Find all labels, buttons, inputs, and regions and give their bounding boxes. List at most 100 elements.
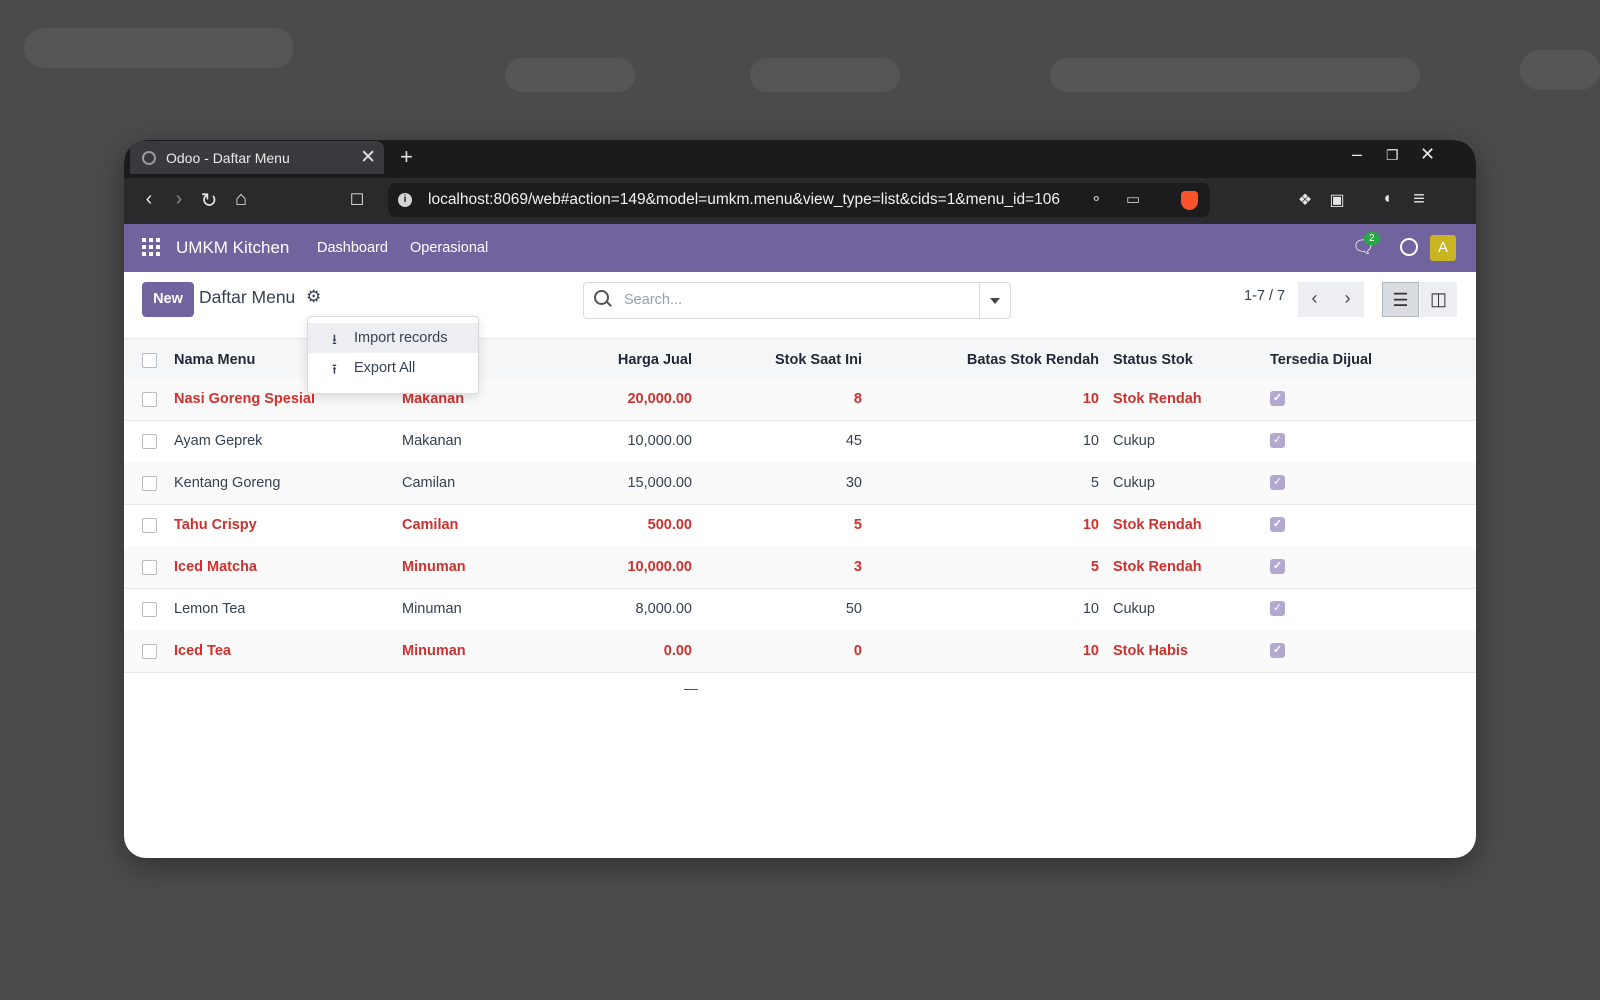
search-icon — [594, 290, 609, 305]
cell-stok-saat-ini: 45 — [845, 433, 862, 449]
close-tab-icon[interactable]: ✕ — [360, 146, 376, 169]
app-brand[interactable]: UMKM Kitchen — [176, 238, 289, 258]
table-row[interactable]: Tahu Crispy Camilan 500.00 5 10 Stok Rendah ✓ — [124, 504, 1476, 547]
cell-batas-stok-rendah: 5 — [1090, 475, 1099, 491]
cell-status-stok: Cukup — [1113, 601, 1155, 617]
table-row[interactable]: Iced Tea Minuman 0.00 0 10 Stok Habis ✓ — [124, 630, 1476, 673]
user-avatar[interactable]: A — [1430, 235, 1456, 261]
aggregate-total: — — [684, 680, 698, 696]
minimize-icon[interactable]: – — [1352, 144, 1362, 165]
browser-tab[interactable]: Odoo - Daftar Menu ✕ — [130, 141, 384, 174]
cell-harga-jual: 10,000.00 — [627, 559, 692, 575]
import-records-item[interactable]: ⭳ Import records — [308, 323, 478, 353]
menu-operasional[interactable]: Operasional — [410, 240, 488, 256]
message-count-badge: 2 — [1364, 232, 1380, 245]
key-icon[interactable]: ⚬ — [1090, 190, 1103, 208]
back-icon[interactable]: ‹ — [138, 188, 160, 211]
globe-icon — [142, 151, 156, 165]
table-row[interactable]: Lemon Tea Minuman 8,000.00 50 10 Cukup ✓ — [124, 588, 1476, 631]
row-checkbox[interactable] — [142, 602, 157, 617]
cast-icon[interactable]: ▭ — [1126, 190, 1140, 208]
extensions-icon[interactable]: ❖ — [1294, 190, 1316, 210]
cell-kategori: Camilan — [402, 475, 456, 491]
cell-batas-stok-rendah: 10 — [1082, 643, 1099, 659]
cell-stok-saat-ini: 30 — [845, 475, 862, 491]
row-checkbox[interactable] — [142, 560, 157, 575]
info-icon[interactable]: i — [398, 193, 412, 207]
background-shape — [1050, 58, 1420, 92]
cell-nama-menu: Iced Matcha — [174, 559, 257, 575]
tersedia-dijual-checkbox[interactable]: ✓ — [1270, 475, 1285, 490]
cell-nama-menu: Lemon Tea — [174, 601, 246, 617]
tersedia-dijual-checkbox[interactable]: ✓ — [1270, 601, 1285, 616]
row-checkbox[interactable] — [142, 644, 157, 659]
url-bar[interactable]: i localhost:8069/web#action=149&model=um… — [388, 183, 1210, 217]
cell-nama-menu: Ayam Geprek — [174, 433, 263, 449]
tersedia-dijual-checkbox[interactable]: ✓ — [1270, 517, 1285, 532]
tersedia-dijual-checkbox[interactable]: ✓ — [1270, 433, 1285, 448]
row-checkbox[interactable] — [142, 518, 157, 533]
browser-window: Odoo - Daftar Menu ✕ + – ❐ ✕ ‹ › ↻ ⌂ ☐ i… — [124, 140, 1476, 858]
forward-icon[interactable]: › — [168, 188, 190, 211]
odoo-navbar: UMKM Kitchen Dashboard Operasional 🗨 2 A — [124, 224, 1476, 272]
apps-grid-icon[interactable] — [142, 238, 160, 256]
brave-shield-icon[interactable] — [1181, 191, 1198, 210]
row-checkbox[interactable] — [142, 434, 157, 449]
bookmark-icon[interactable]: ☐ — [346, 190, 368, 210]
table-row[interactable]: Ayam Geprek Makanan 10,000.00 45 10 Cukup ✓ — [124, 420, 1476, 463]
pager-value[interactable]: 1-7 / 7 — [1244, 288, 1285, 304]
cell-status-stok: Stok Rendah — [1113, 559, 1202, 575]
cell-status-stok: Cukup — [1113, 475, 1155, 491]
cell-nama-menu: Nasi Goreng Spesial — [174, 391, 316, 407]
tersedia-dijual-checkbox[interactable]: ✓ — [1270, 559, 1285, 574]
search-input[interactable] — [622, 291, 966, 309]
row-checkbox[interactable] — [142, 476, 157, 491]
cell-harga-jual: 500.00 — [647, 517, 692, 533]
new-button[interactable]: New — [142, 282, 194, 317]
close-window-icon[interactable]: ✕ — [1420, 144, 1435, 165]
cell-harga-jual: 8,000.00 — [635, 601, 692, 617]
column-header-stok-saat-ini[interactable]: Stok Saat Ini — [775, 352, 862, 368]
cell-nama-menu: Iced Tea — [174, 643, 231, 659]
row-checkbox[interactable] — [142, 392, 157, 407]
list-view-button[interactable]: ☰ — [1382, 282, 1419, 317]
cell-kategori: Minuman — [402, 559, 466, 575]
menu-dashboard[interactable]: Dashboard — [317, 240, 388, 256]
column-header-harga-jual[interactable]: Harga Jual — [618, 352, 692, 368]
cell-batas-stok-rendah: 10 — [1082, 601, 1099, 617]
column-header-nama-menu[interactable]: Nama Menu — [174, 352, 255, 368]
cell-kategori: Makanan — [402, 433, 462, 449]
export-all-item[interactable]: ⭱ Export All — [308, 353, 478, 383]
select-all-checkbox[interactable] — [142, 353, 157, 368]
table-row[interactable]: Iced Matcha Minuman 10,000.00 3 5 Stok Rendah… — [124, 546, 1476, 589]
reload-icon[interactable]: ↻ — [198, 188, 220, 213]
background-shape — [505, 58, 635, 92]
menu-icon[interactable]: ≡ — [1408, 188, 1430, 211]
cell-stok-saat-ini: 8 — [853, 391, 862, 407]
wallet-icon[interactable]: ▣ — [1326, 190, 1348, 210]
restore-icon[interactable]: ❐ — [1386, 147, 1399, 164]
pager-next-button[interactable]: › — [1331, 282, 1364, 317]
column-header-batas-stok-rendah[interactable]: Batas Stok Rendah — [967, 352, 1099, 368]
column-header-tersedia-dijual[interactable]: Tersedia Dijual — [1270, 352, 1372, 368]
gear-icon[interactable]: ⚙ — [306, 287, 321, 307]
home-icon[interactable]: ⌂ — [230, 188, 252, 211]
new-tab-button[interactable]: + — [400, 144, 413, 170]
tersedia-dijual-checkbox[interactable]: ✓ — [1270, 391, 1285, 406]
activity-clock-icon[interactable] — [1400, 238, 1418, 256]
actions-dropdown: ⭳ Import records ⭱ Export All — [307, 316, 479, 394]
cell-kategori: Camilan — [402, 517, 459, 533]
background-shape — [750, 58, 900, 92]
cell-harga-jual: 0.00 — [663, 643, 692, 659]
search-options-toggle[interactable] — [979, 283, 1010, 318]
column-header-status-stok[interactable]: Status Stok — [1113, 352, 1193, 368]
kanban-view-button[interactable]: ◫ — [1420, 282, 1457, 317]
cell-batas-stok-rendah: 5 — [1090, 559, 1099, 575]
leo-icon[interactable]: ◖ — [1376, 190, 1398, 208]
tersedia-dijual-checkbox[interactable]: ✓ — [1270, 643, 1285, 658]
cell-status-stok: Cukup — [1113, 433, 1155, 449]
pager-previous-button[interactable]: ‹ — [1298, 282, 1331, 317]
url-text[interactable]: localhost:8069/web#action=149&model=umkm… — [428, 191, 1060, 209]
cell-status-stok: Stok Rendah — [1113, 391, 1202, 407]
table-row[interactable]: Kentang Goreng Camilan 15,000.00 30 5 Cukup ✓ — [124, 462, 1476, 505]
